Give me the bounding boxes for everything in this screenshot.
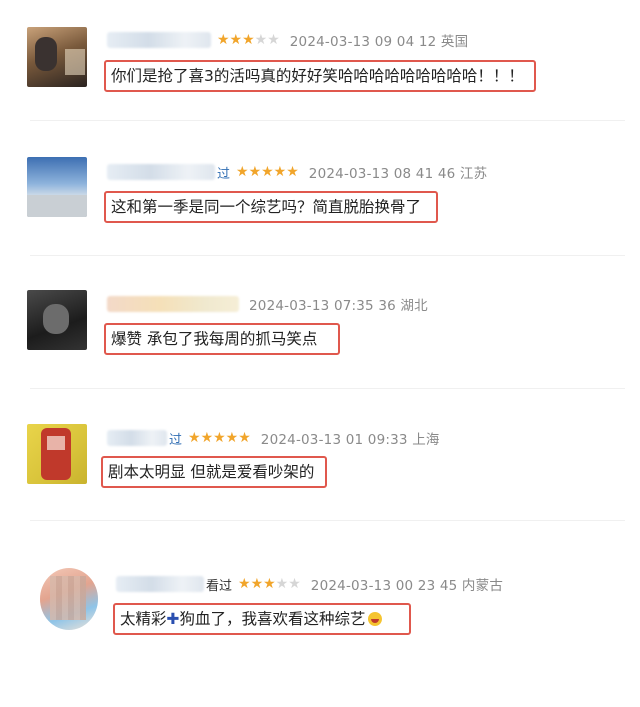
review-meta: 2024-03-13 07:35 36 湖北: [107, 293, 428, 315]
username-blurred[interactable]: [107, 164, 215, 180]
star-rating: ★★★★★: [217, 32, 280, 48]
divider: [30, 120, 625, 121]
user-avatar[interactable]: [27, 27, 87, 87]
divider: [30, 388, 625, 389]
user-avatar[interactable]: [27, 424, 87, 484]
review-comment: 这和第一季是同一个综艺吗？简直脱胎换骨了: [104, 191, 438, 223]
plus-icon: ✚: [166, 610, 180, 628]
username-blurred[interactable]: [107, 296, 239, 312]
username-suffix: 看过: [206, 578, 233, 594]
review-comment: 你们是抢了喜3的活吗真的好好笑哈哈哈哈哈哈哈哈哈！！！: [104, 60, 536, 92]
review-timestamp: 2024-03-13 08 41 46 江苏: [308, 166, 488, 182]
review-comment: 太精彩✚狗血了，我喜欢看这种综艺: [113, 603, 411, 635]
star-rating: ★★★★★: [236, 164, 299, 180]
username-suffix: 过: [169, 432, 183, 448]
star-rating: ★★★★★: [238, 576, 301, 592]
divider: [30, 520, 625, 521]
comment-text: 太精彩: [120, 610, 167, 628]
review-timestamp: 2024-03-13 00 23 45 内蒙古: [310, 578, 504, 594]
review-timestamp: 2024-03-13 01 09:33 上海: [260, 432, 440, 448]
comment-text: 狗血了，我喜欢看这种综艺: [179, 610, 366, 628]
review-comment: 爆赞 承包了我每周的抓马笑点: [104, 323, 340, 355]
user-avatar[interactable]: [27, 290, 87, 350]
review-meta: 看过 ★★★★★ 2024-03-13 00 23 45 内蒙古: [116, 573, 503, 595]
review-meta: ★★★★★ 2024-03-13 09 04 12 英国: [107, 29, 468, 51]
username-suffix: 过: [217, 166, 231, 182]
username-blurred[interactable]: [107, 32, 211, 48]
review-timestamp: 2024-03-13 07:35 36 湖北: [249, 298, 428, 314]
laughing-emoji-icon: [367, 612, 382, 626]
user-avatar[interactable]: [40, 568, 98, 630]
star-rating: ★★★★★: [188, 430, 251, 446]
divider: [30, 255, 625, 256]
review-feed: { "reviews": [ { "name_suffix": "", "rat…: [0, 0, 640, 707]
username-blurred[interactable]: [116, 576, 204, 592]
username-blurred[interactable]: [107, 430, 167, 446]
user-avatar[interactable]: [27, 157, 87, 217]
review-meta: 过 ★★★★★ 2024-03-13 08 41 46 江苏: [107, 161, 487, 183]
review-comment: 剧本太明显 但就是爱看吵架的: [101, 456, 327, 488]
review-timestamp: 2024-03-13 09 04 12 英国: [289, 34, 469, 50]
review-meta: 过 ★★★★★ 2024-03-13 01 09:33 上海: [107, 427, 440, 449]
